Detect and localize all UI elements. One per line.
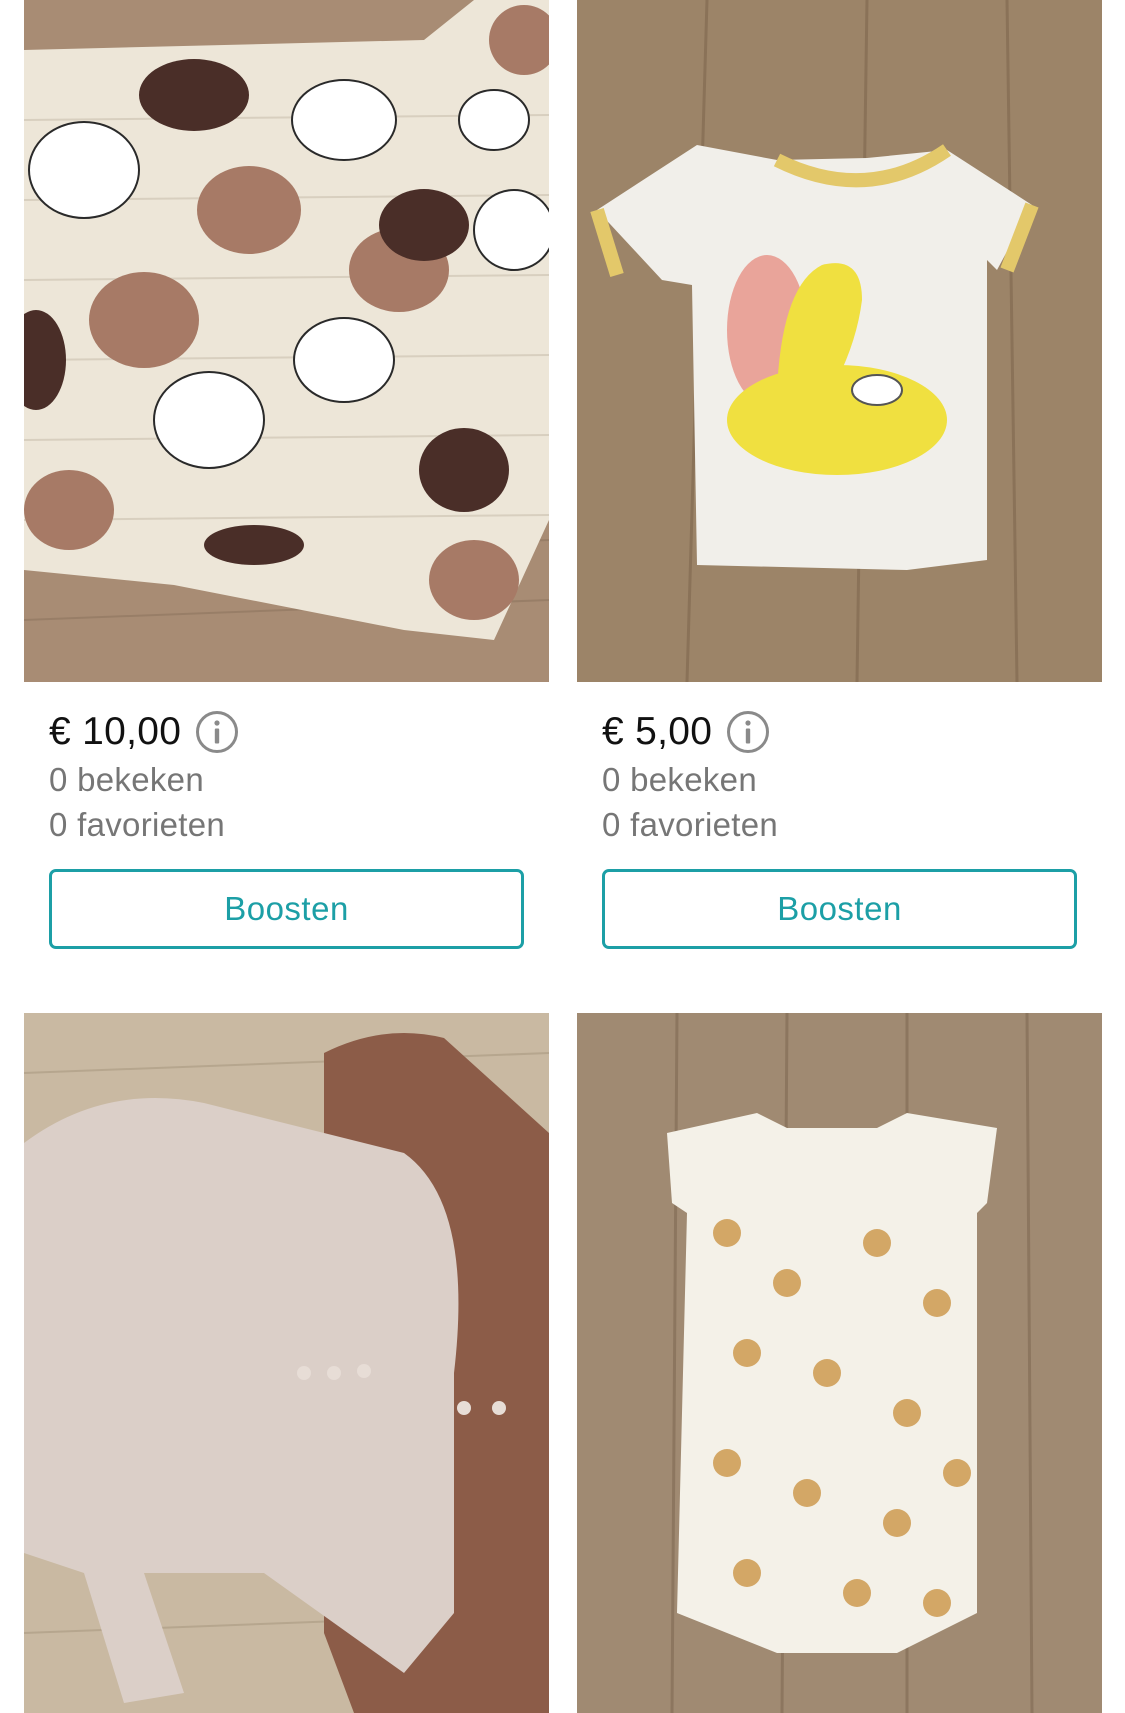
favorites-count: 0 favorieten (602, 806, 779, 843)
listing-card-4[interactable] (577, 1013, 1102, 1713)
info-icon[interactable] (726, 710, 770, 754)
info-icon[interactable] (195, 710, 239, 754)
boost-button[interactable]: Boosten (49, 869, 524, 949)
listing-card-3[interactable] (24, 1013, 549, 1713)
listing-photo-4[interactable] (577, 1013, 1102, 1713)
favorites-count: 0 favorieten (49, 806, 226, 843)
listing-card-2[interactable]: € 5,00 0 bekeken 0 favorieten Boosten (577, 0, 1102, 960)
listing-card-1[interactable]: € 10,00 0 bekeken 0 favorieten Boosten (24, 0, 549, 960)
boost-button[interactable]: Boosten (602, 869, 1077, 949)
views-count: 0 bekeken (602, 761, 757, 798)
listing-price: € 5,00 (602, 710, 713, 753)
views-count: 0 bekeken (49, 761, 204, 798)
listing-photo-3[interactable] (24, 1013, 549, 1713)
listing-photo-1[interactable] (24, 0, 549, 682)
listing-price: € 10,00 (49, 710, 182, 753)
listing-photo-2[interactable] (577, 0, 1102, 682)
